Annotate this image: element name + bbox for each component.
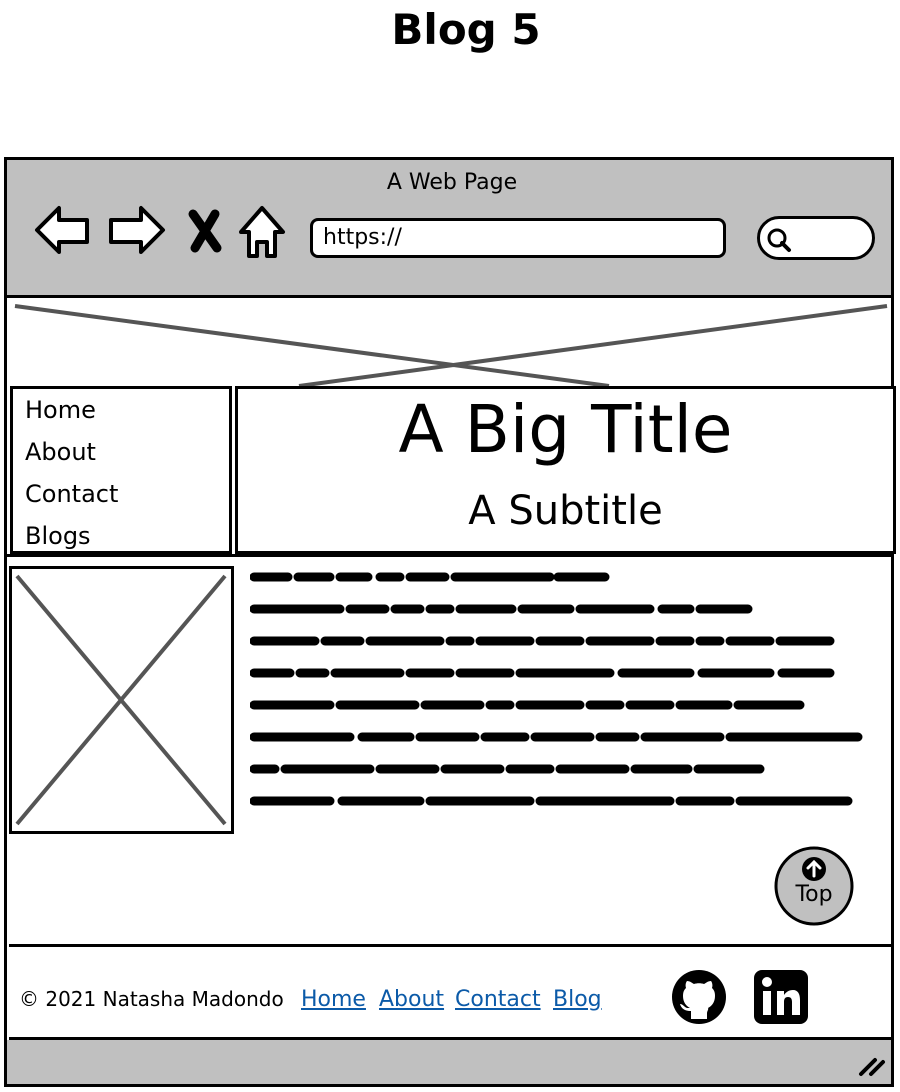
browser-toolbar: A Web Page https:// <box>7 160 891 298</box>
sidebar-item-about[interactable]: About <box>25 437 96 467</box>
linkedin-icon[interactable] <box>753 969 809 1025</box>
home-icon[interactable] <box>237 202 287 262</box>
footer-link-about[interactable]: About <box>379 987 444 1012</box>
browser-status-bar <box>7 1040 891 1084</box>
arrow-up-circle-icon <box>802 857 826 881</box>
search-icon <box>767 228 791 252</box>
section-divider <box>7 554 891 557</box>
hero-subtitle: A Subtitle <box>468 488 663 534</box>
url-input[interactable]: https:// <box>310 218 726 258</box>
forward-arrow-icon[interactable] <box>107 202 167 262</box>
window-title: A Web Page <box>386 170 518 195</box>
copyright-text: © 2021 Natasha Madondo <box>19 987 284 1011</box>
sidebar-item-contact[interactable]: Contact <box>25 479 118 509</box>
footer-link-blog[interactable]: Blog <box>553 987 602 1012</box>
hero-section: A Big Title A Subtitle <box>235 386 896 554</box>
hero-title: A Big Title <box>398 391 733 468</box>
sidebar-nav: Home About Contact Blogs <box>10 386 232 554</box>
search-input[interactable] <box>757 216 875 260</box>
footer-link-contact[interactable]: Contact <box>455 987 541 1012</box>
github-icon[interactable] <box>671 969 727 1025</box>
page-footer: © 2021 Natasha Madondo Home About Contac… <box>9 944 893 1040</box>
browser-window: A Web Page https:// Home About Contact B… <box>4 157 896 1087</box>
page-title: Blog 5 <box>391 5 541 54</box>
resize-grip-icon[interactable] <box>857 1054 887 1078</box>
close-x-icon[interactable] <box>185 202 225 262</box>
sidebar-item-home[interactable]: Home <box>25 395 96 425</box>
content-image-placeholder <box>9 566 234 834</box>
back-to-top-label: Top <box>795 882 833 907</box>
lorem-scribble-text <box>250 572 863 806</box>
back-to-top-button[interactable]: Top <box>774 846 854 926</box>
banner-image-placeholder <box>14 304 888 388</box>
sidebar-item-blogs[interactable]: Blogs <box>25 521 91 551</box>
back-arrow-icon[interactable] <box>33 202 93 262</box>
footer-link-home[interactable]: Home <box>301 987 366 1012</box>
